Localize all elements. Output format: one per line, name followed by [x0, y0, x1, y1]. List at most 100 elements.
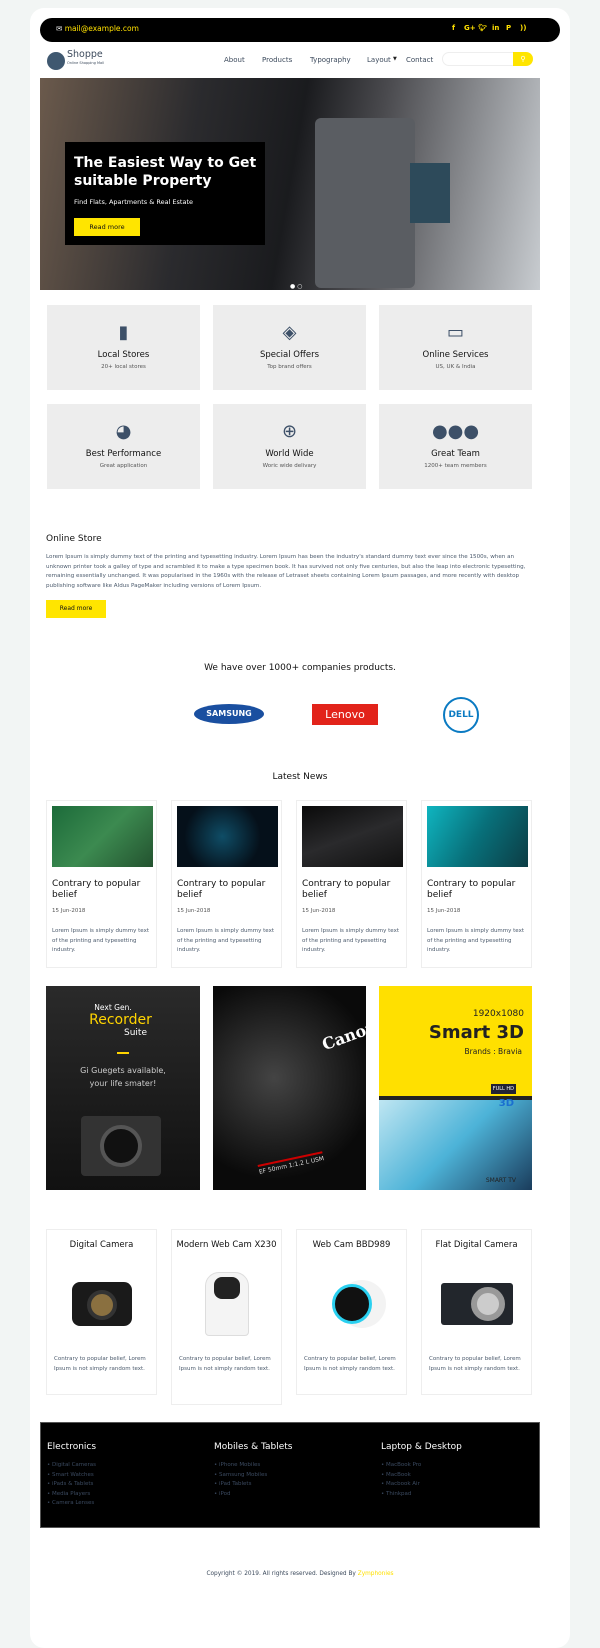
designer-link[interactable]: Zymphonies [358, 1571, 394, 1577]
news-card-text: Lorem Ipsum is simply dummy text of the … [302, 928, 399, 953]
linkedin-icon[interactable]: in [492, 24, 499, 32]
brands-title: We have over 1000+ companies products. [204, 663, 396, 673]
building-icon: ▮ [118, 322, 129, 343]
banner-title: Smart 3D [428, 1022, 524, 1043]
canon-text: Canon [319, 1016, 366, 1055]
footer-link[interactable]: iPhone Mobiles [214, 1461, 292, 1471]
feature-sub: 1200+ team members [424, 463, 487, 469]
camera-image [57, 1264, 147, 1344]
facebook-icon[interactable]: f [452, 24, 455, 32]
email-text: mail@example.com [64, 24, 139, 33]
monitor-icon: ▭ [446, 322, 464, 343]
banner-smart-3d[interactable]: 1920x1080 Smart 3D Brands : Bravia FULL … [379, 986, 532, 1190]
footer-link[interactable]: iPads & Tablets [47, 1480, 96, 1490]
banner-canon[interactable]: Canon EF 50mm 1:1.2 L USM [213, 986, 366, 1190]
news-card-text: Lorem Ipsum is simply dummy text of the … [52, 928, 149, 953]
footer-link[interactable]: Digital Cameras [47, 1461, 96, 1471]
feature-sub: Great application [99, 463, 148, 469]
top-bar: ✉ mail@example.com f G+ 🐦︎ in P )) [40, 18, 560, 42]
brand-name[interactable]: Shoppe [67, 49, 103, 60]
samsung-logo[interactable]: SAMSUNG [194, 704, 264, 724]
keyboard-image [302, 806, 403, 867]
news-card-title[interactable]: Contrary to popular belief [177, 879, 277, 901]
footer-link[interactable]: Camera Lenses [47, 1499, 96, 1509]
footer-link[interactable]: iPod [214, 1490, 292, 1500]
banner-recorder[interactable]: Next Gen. Recorder Suite Gi Guegets avai… [46, 986, 200, 1190]
news-card-title[interactable]: Contrary to popular belief [52, 879, 152, 901]
tv-image: FULL HD 3D SMART TV [379, 1084, 532, 1190]
product-title[interactable]: Digital Camera [47, 1240, 156, 1250]
news-card[interactable]: Contrary to popular belief 15 Jun-2018 Lor… [171, 800, 282, 968]
fridge-image [315, 118, 415, 288]
rss-icon[interactable]: )) [520, 24, 526, 32]
nav-contact[interactable]: Contact [406, 56, 433, 64]
search-icon: ⚲ [520, 55, 526, 63]
globe-icon: ⊕ [281, 421, 298, 442]
phone-image [177, 806, 278, 867]
twitter-icon[interactable]: 🐦︎ [478, 24, 487, 32]
about-read-more-button[interactable]: Read more [46, 600, 106, 618]
feature-local-stores[interactable]: ▮ Local Stores 20+ local stores [47, 305, 200, 390]
webcam-image [182, 1264, 272, 1344]
footer-link[interactable]: Media Players [47, 1490, 96, 1500]
footer-link[interactable]: MacBook Pro [381, 1461, 462, 1471]
hero-read-more-button[interactable]: Read more [74, 218, 140, 236]
slider-dots[interactable]: ● ○ [290, 283, 302, 290]
news-card[interactable]: Contrary to popular belief 15 Jun-2018 Lor… [46, 800, 157, 968]
nav-about[interactable]: About [224, 56, 245, 64]
feature-great-team[interactable]: ●●● Great Team 1200+ team members [379, 404, 532, 489]
dell-logo[interactable]: DELL [443, 697, 479, 733]
news-card-text: Lorem Ipsum is simply dummy text of the … [177, 928, 274, 953]
nav-layout[interactable]: Layout [367, 56, 391, 64]
divider [117, 1052, 129, 1054]
email-link[interactable]: ✉ mail@example.com [56, 24, 139, 33]
pinterest-icon[interactable]: P [506, 24, 511, 32]
nav-products[interactable]: Products [262, 56, 292, 64]
copyright: Copyright © 2019. All rights reserved. D… [0, 1571, 600, 1577]
feature-sub: Woric wide delivary [262, 463, 317, 469]
footer-link[interactable]: iPad Tablets [214, 1480, 292, 1490]
google-plus-icon[interactable]: G+ [464, 24, 476, 32]
fridge-screen [410, 163, 450, 223]
news-card[interactable]: Contrary to popular belief 15 Jun-2018 Lor… [296, 800, 407, 968]
feature-online-services[interactable]: ▭ Online Services US, UK & India [379, 305, 532, 390]
news-card[interactable]: Contrary to popular belief 15 Jun-2018 Lor… [421, 800, 532, 968]
product-text: Contrary to popular belief, Lorem Ipsum … [429, 1356, 521, 1372]
news-card-title[interactable]: Contrary to popular belief [427, 879, 527, 901]
footer-link[interactable]: Thinkpad [381, 1490, 462, 1500]
news-card-text: Lorem Ipsum is simply dummy text of the … [427, 928, 524, 953]
banner-res: 1920x1080 [472, 1009, 524, 1019]
footer-heading: Mobiles & Tablets [214, 1442, 293, 1452]
feature-title: Special Offers [259, 350, 320, 360]
product-title[interactable]: Web Cam BBD989 [297, 1240, 406, 1250]
lenovo-logo[interactable]: Lenovo [312, 704, 378, 725]
turntable-image [427, 806, 528, 867]
feature-best-performance[interactable]: ◕ Best Performance Great application [47, 404, 200, 489]
product-card[interactable]: Digital Camera Contrary to popular belief… [46, 1229, 157, 1395]
chevron-down-icon: ▼ [393, 56, 397, 62]
footer-link[interactable]: Samsung Mobiles [214, 1471, 292, 1481]
search-input[interactable] [442, 52, 522, 66]
hero-title: The Easiest Way to Get suitable Property [74, 155, 257, 189]
search-button[interactable]: ⚲ [513, 52, 533, 66]
feature-title: Great Team [431, 449, 480, 459]
feature-world-wide[interactable]: ⊕ World Wide Woric wide delivary [213, 404, 366, 489]
footer-link[interactable]: Smart Watches [47, 1471, 96, 1481]
banner-line: Recorder [89, 1012, 152, 1028]
product-card[interactable]: Flat Digital Camera Contrary to popular b… [421, 1229, 532, 1395]
news-card-title[interactable]: Contrary to popular belief [302, 879, 402, 901]
webcam-image [307, 1264, 397, 1344]
product-card[interactable]: Web Cam BBD989 Contrary to popular belief… [296, 1229, 407, 1395]
feature-special-offers[interactable]: ◈ Special Offers Top brand offers [213, 305, 366, 390]
product-title[interactable]: Modern Web Cam X230 [172, 1240, 281, 1250]
footer-heading: Electronics [47, 1442, 97, 1452]
logo[interactable] [47, 52, 65, 70]
product-card[interactable]: Modern Web Cam X230 Contrary to popular b… [171, 1229, 282, 1405]
footer: Electronics Digital CamerasSmart Watches… [40, 1422, 540, 1528]
pie-chart-icon: ◕ [115, 421, 132, 442]
product-title[interactable]: Flat Digital Camera [422, 1240, 531, 1250]
feature-title: World Wide [265, 449, 314, 459]
footer-link[interactable]: MacBook [381, 1471, 462, 1481]
nav-typography[interactable]: Typography [310, 56, 351, 64]
footer-link[interactable]: Macbook Air [381, 1480, 462, 1490]
